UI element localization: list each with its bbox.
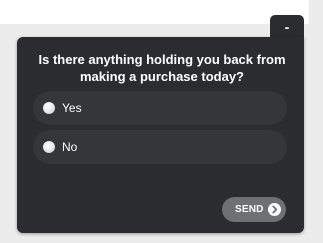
option-no-label: No: [62, 140, 78, 154]
minimize-label: -: [284, 19, 290, 35]
survey-question: Is there anything holding you back from …: [38, 52, 286, 84]
radio-no[interactable]: [43, 141, 55, 153]
option-yes-label: Yes: [62, 101, 82, 115]
option-yes[interactable]: Yes: [33, 91, 287, 125]
page-header-area: [0, 0, 309, 24]
send-button-label: SEND: [235, 204, 264, 215]
send-button[interactable]: SEND: [222, 197, 286, 222]
survey-card: Is there anything holding you back from …: [17, 37, 304, 233]
chevron-right-circle-icon: [268, 203, 281, 216]
page: - Is there anything holding you back fro…: [0, 0, 323, 243]
option-no[interactable]: No: [33, 130, 287, 164]
radio-yes[interactable]: [43, 102, 55, 114]
